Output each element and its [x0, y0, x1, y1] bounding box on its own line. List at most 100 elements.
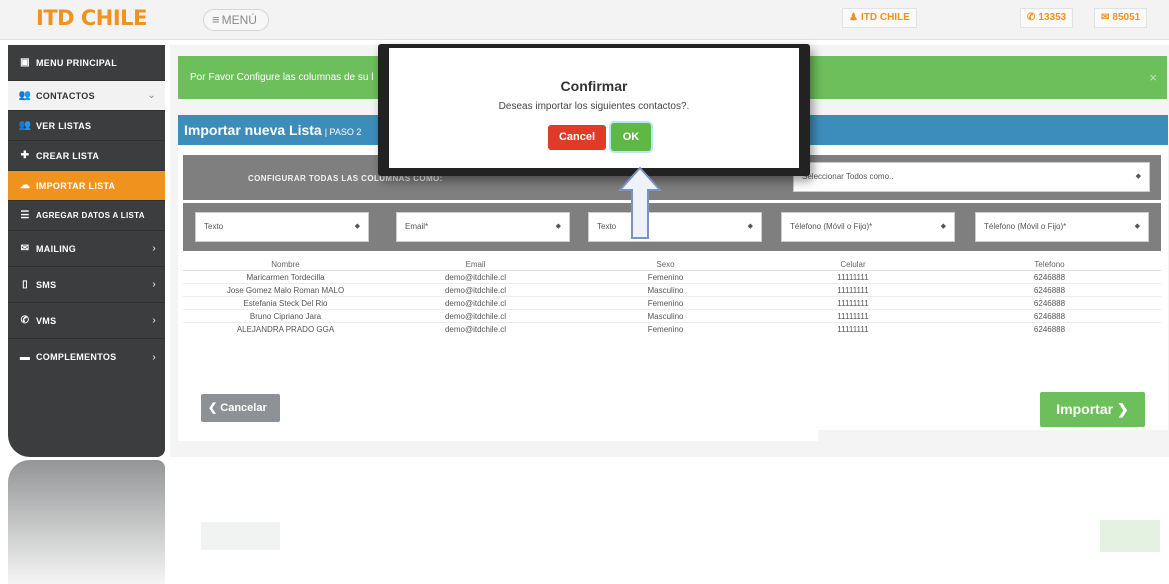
sidebar-reflection: [8, 460, 165, 584]
select-all-value: Seleccionar Todos como..: [802, 172, 894, 181]
chevron-right-icon: ›: [152, 279, 156, 290]
sidebar-item-sms[interactable]: ▯ SMS ›: [8, 267, 165, 303]
table-cell: 11111111: [837, 273, 869, 282]
sidebar-item-label: MAILING: [36, 243, 77, 254]
phone-count: 13353: [1038, 12, 1067, 23]
sidebar-item-mailing[interactable]: ✉ MAILING ›: [8, 231, 165, 267]
cloud-upload-icon: ☁: [19, 180, 31, 191]
phone-credits-chip[interactable]: ✆ 13353: [1020, 8, 1074, 28]
chevron-right-icon: ›: [152, 315, 156, 326]
import-button[interactable]: Importar ❯: [1040, 392, 1145, 427]
table-cell: 11111111: [837, 286, 869, 295]
sidebar-item-label: VER LISTAS: [36, 120, 92, 131]
sort-arrows-icon: ◆: [555, 223, 561, 230]
comment-icon: ▬: [19, 351, 31, 363]
sort-arrows-icon: ◆: [940, 223, 946, 230]
cancel-button[interactable]: ❮ Cancelar: [201, 394, 280, 422]
sidebar-item-importar-lista[interactable]: ☁ IMPORTAR LISTA: [8, 171, 165, 201]
table-cell: 6246888: [1033, 312, 1066, 321]
table-header-cell: Sexo: [656, 260, 675, 269]
sidebar-item-vms[interactable]: ✆ VMS ›: [8, 303, 165, 339]
step-label: | PASO 2: [324, 127, 362, 137]
table-header-cell: Telefono: [1034, 260, 1065, 269]
sidebar-item-label: CREAR LISTA: [36, 150, 100, 161]
column-select-value: Email*: [405, 222, 429, 231]
sidebar-item-label: IMPORTAR LISTA: [36, 180, 116, 191]
users-icon: 👥: [18, 120, 32, 131]
logo[interactable]: ITD CHILE: [36, 6, 147, 30]
table-cell: Femenino: [647, 299, 684, 308]
import-button-reflection: [1100, 520, 1160, 552]
sort-arrows-icon: ◆: [354, 223, 360, 230]
column-select-value: Télefono (Móvil o Fijo)*: [790, 222, 873, 231]
alert-text: Por Favor Configure las columnas de su l: [190, 72, 374, 83]
close-icon[interactable]: ×: [1149, 56, 1157, 99]
import-button-label: Importar: [1056, 401, 1114, 417]
mail-credits-chip[interactable]: ✉ 85051: [1094, 8, 1148, 28]
chevron-right-icon: ›: [152, 243, 156, 254]
table-cell: demo@itdchile.cl: [444, 325, 507, 334]
table-row: Jose Gomez Malo Roman MALO demo@itdchile…: [183, 284, 1161, 297]
sort-arrows-icon: ◆: [1134, 223, 1140, 230]
top-bar: ITD CHILE ≡ MENÚ ♟ ITD CHILE ✆ 13353 ✉ 85051: [0, 0, 1169, 40]
confirm-dialog: Confirmar Deseas importar los siguientes…: [378, 44, 810, 176]
column-select-1[interactable]: Texto ◆: [195, 212, 369, 242]
column-select-value: Texto: [597, 222, 617, 231]
user-plus-icon: ✚: [20, 150, 30, 161]
table-cell: Femenino: [647, 325, 684, 334]
cancel-button-reflection: [201, 522, 280, 550]
column-select-2[interactable]: Email* ◆: [396, 212, 570, 242]
sidebar-item-agregar-datos[interactable]: ☰ AGREGAR DATOS A LISTA: [8, 201, 165, 231]
table-cell: demo@itdchile.cl: [444, 286, 507, 295]
table-cell: demo@itdchile.cl: [444, 273, 507, 282]
column-select-value: Télefono (Móvil o Fijo)*: [984, 222, 1067, 231]
chevron-right-icon: ›: [152, 351, 156, 363]
sidebar-item-label: VMS: [36, 315, 57, 326]
sidebar-item-crear-lista[interactable]: ✚ CREAR LISTA: [8, 141, 165, 171]
dialog-ok-button[interactable]: OK: [611, 123, 651, 151]
dialog-message: Deseas importar los siguientes contactos…: [498, 101, 690, 112]
table-cell: demo@itdchile.cl: [444, 312, 507, 321]
table-cell: Bruno Cipriano Jara: [249, 312, 322, 321]
dialog-title: Confirmar: [560, 78, 628, 94]
mail-count: 85051: [1112, 12, 1141, 23]
table-cell: 6246888: [1033, 273, 1066, 282]
menu-button[interactable]: ≡ MENÚ: [203, 9, 269, 31]
phone-icon: ✆: [1027, 12, 1036, 23]
contacts-table: Nombre Email Sexo Celular Telefono Maric…: [183, 258, 1161, 336]
list-plus-icon: ☰: [20, 210, 30, 221]
sidebar-item-ver-listas[interactable]: 👥 VER LISTAS: [8, 111, 165, 141]
dialog-cancel-button[interactable]: Cancel: [548, 125, 606, 150]
sidebar-item-contactos[interactable]: 👥 CONTACTOS ⌄: [8, 81, 165, 111]
select-all-dropdown[interactable]: Seleccionar Todos como.. ◆: [793, 162, 1150, 192]
sidebar-item-label: COMPLEMENTOS: [36, 352, 117, 362]
table-cell: Estefania Steck Del Rio: [243, 299, 328, 308]
table-cell: 11111111: [837, 299, 869, 308]
briefcase-icon: ▣: [20, 57, 30, 68]
table-cell: Femenino: [647, 273, 684, 282]
envelope-icon: ✉: [20, 243, 30, 254]
table-header-cell: Email: [465, 260, 486, 269]
column-select-5[interactable]: Télefono (Móvil o Fijo)* ◆: [975, 212, 1149, 242]
page-title: Importar nueva Lista | PASO 2: [184, 122, 362, 138]
column-select-3[interactable]: Texto ◆: [588, 212, 762, 242]
user-icon: ♟: [849, 12, 858, 23]
sidebar-item-complementos[interactable]: ▬ COMPLEMENTOS ›: [8, 339, 165, 375]
sort-arrows-icon: ◆: [747, 223, 753, 230]
chevron-left-icon: ❮: [208, 402, 218, 414]
sidebar-item-menu-principal[interactable]: ▣ MENU PRINCIPAL: [8, 45, 165, 81]
chevron-down-icon: ⌄: [147, 90, 156, 101]
panel-base: [178, 430, 818, 441]
table-row: Estefania Steck Del Rio demo@itdchile.cl…: [183, 297, 1161, 310]
table-cell: Masculino: [647, 286, 684, 295]
table-row: ALEJANDRA PRADO GGA demo@itdchile.cl Fem…: [183, 323, 1161, 336]
column-select-4[interactable]: Télefono (Móvil o Fijo)* ◆: [781, 212, 955, 242]
account-chip[interactable]: ♟ ITD CHILE: [842, 8, 917, 28]
column-select-value: Texto: [204, 222, 224, 231]
table-cell: 11111111: [837, 325, 869, 334]
table-row: Bruno Cipriano Jara demo@itdchile.cl Mas…: [183, 310, 1161, 323]
table-cell: 6246888: [1033, 325, 1066, 334]
table-cell: ALEJANDRA PRADO GGA: [236, 325, 335, 334]
table-cell: demo@itdchile.cl: [444, 299, 507, 308]
table-cell: 11111111: [837, 312, 869, 321]
